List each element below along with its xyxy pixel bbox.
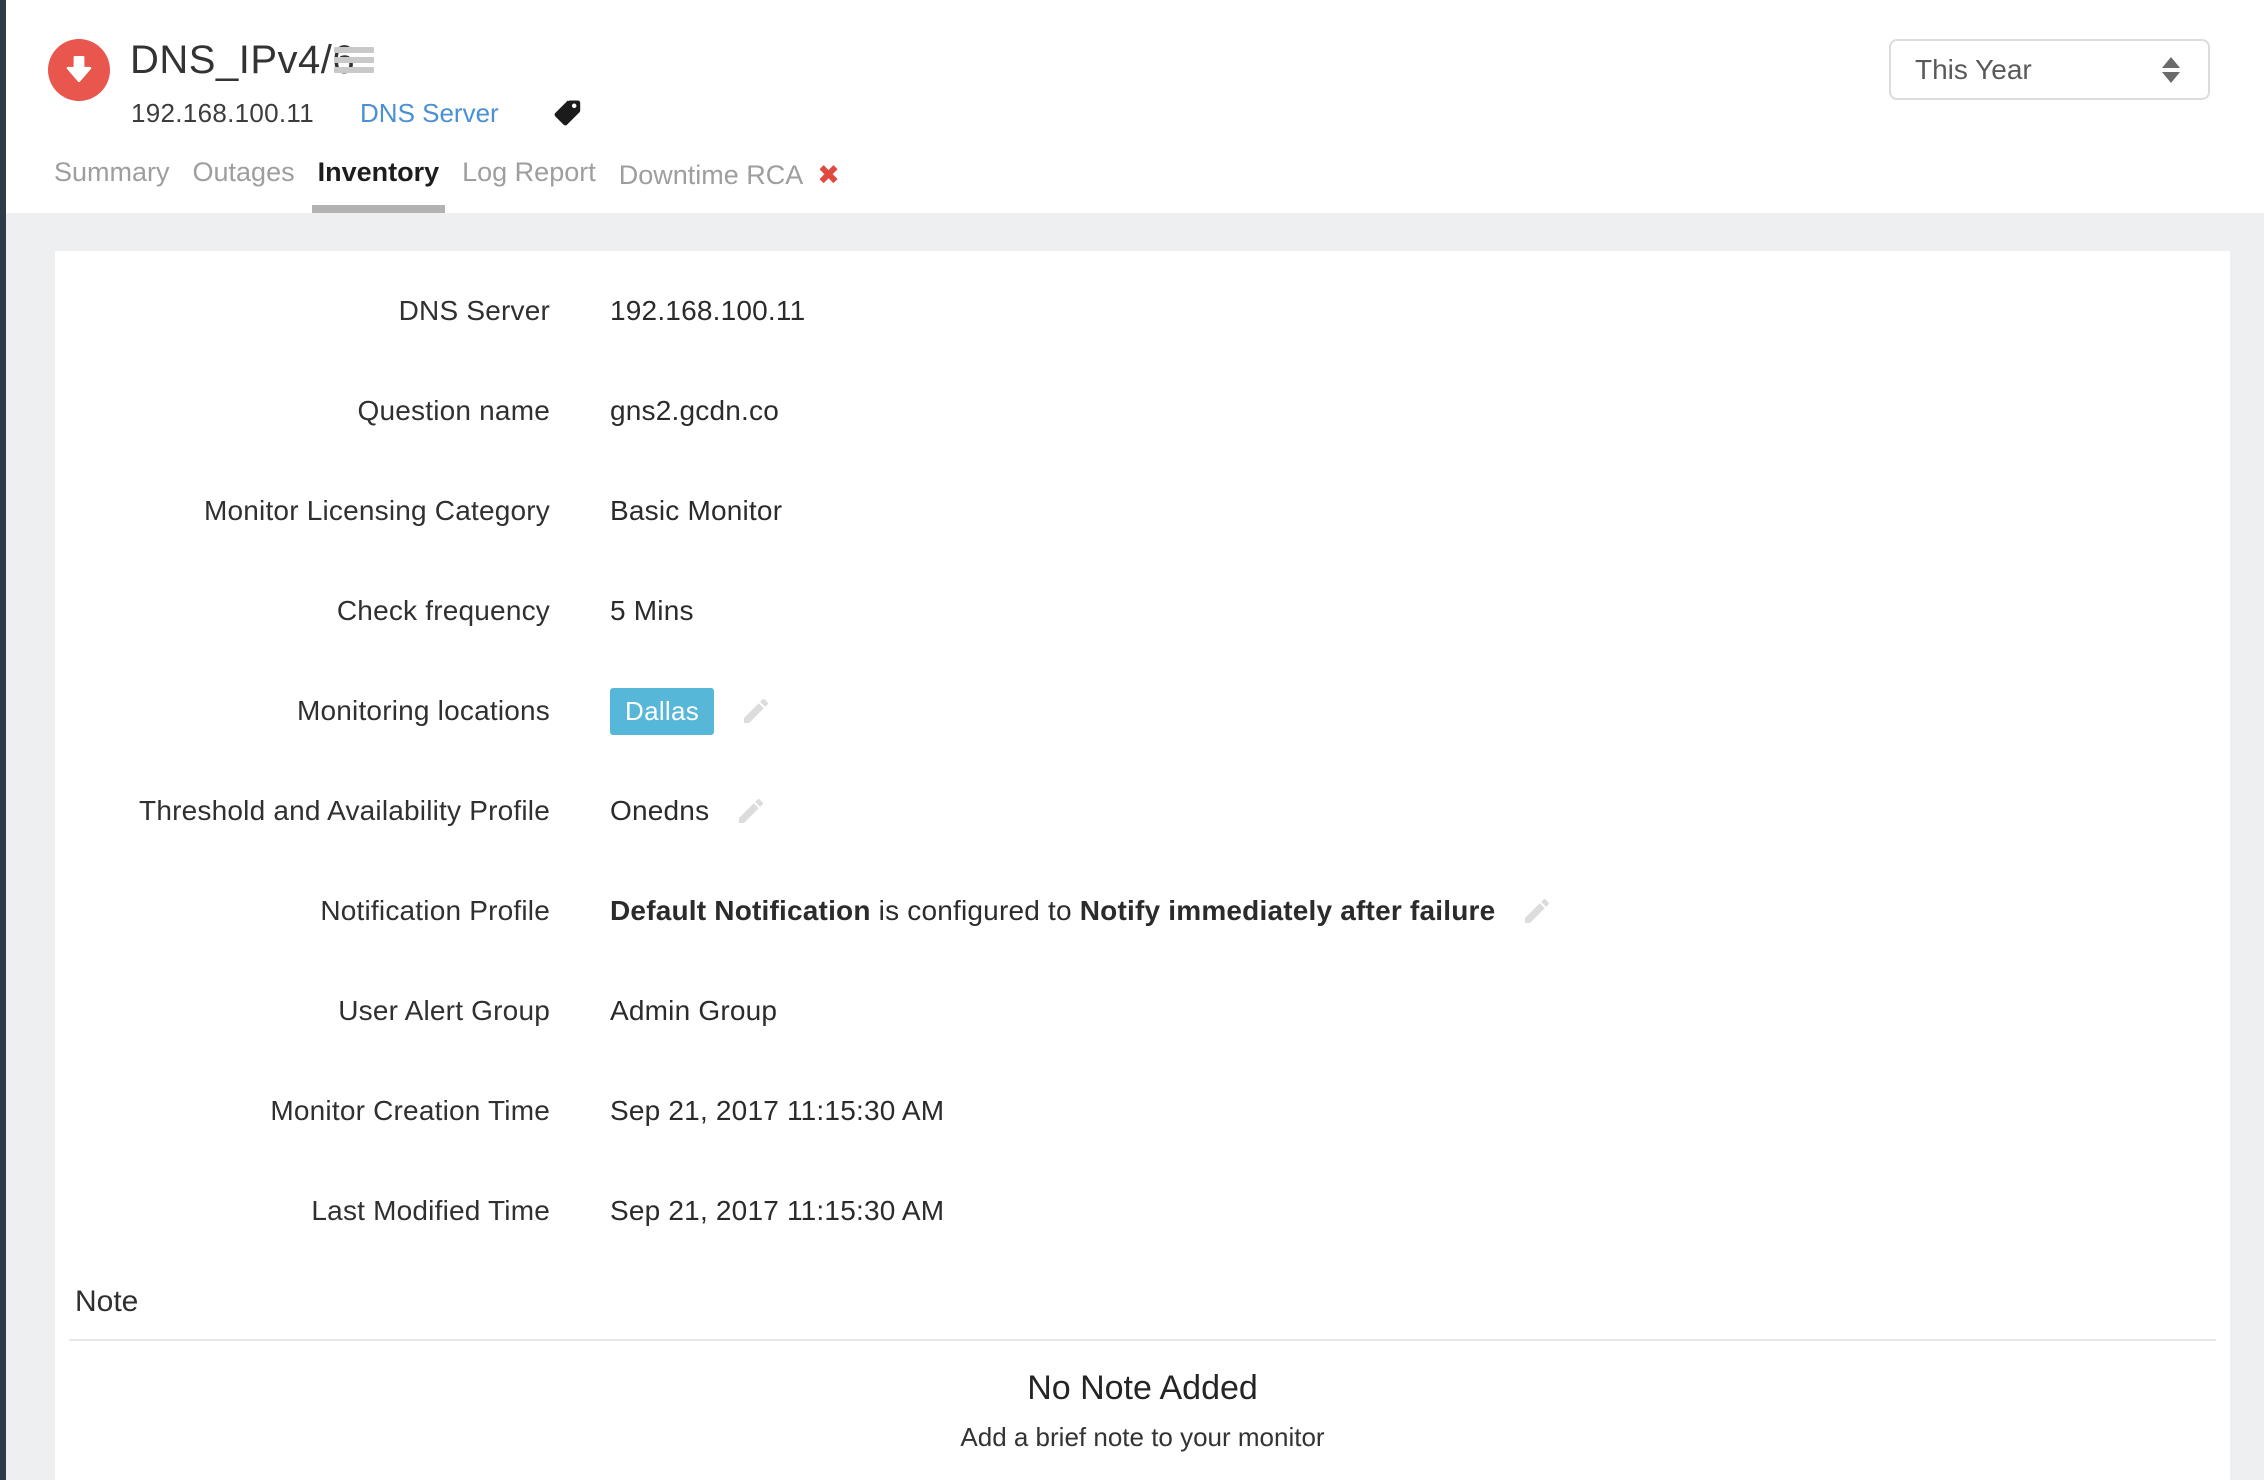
row-label: Notification Profile — [55, 895, 550, 927]
note-section-heading: Note — [75, 1285, 2230, 1319]
inventory-row-user-alert-group: User Alert Group Admin Group — [55, 961, 2230, 1061]
row-value: Admin Group — [610, 995, 777, 1027]
inventory-row-monitoring-locations: Monitoring locations Dallas — [55, 661, 2230, 761]
notification-profile-text: Default Notification is configured to No… — [610, 895, 1495, 927]
notification-profile-name: Default Notification — [610, 895, 871, 926]
inventory-row-threshold-profile: Threshold and Availability Profile Onedn… — [55, 761, 2230, 861]
row-value: Onedns — [610, 795, 767, 827]
threshold-profile-value: Onedns — [610, 795, 709, 827]
inventory-panel: DNS Server 192.168.100.11 Question name … — [55, 251, 2230, 1480]
row-value: Basic Monitor — [610, 495, 782, 527]
monitor-tabs: Summary Outages Inventory Log Report Dow… — [54, 155, 840, 213]
row-label: Question name — [55, 395, 550, 427]
monitor-type-link[interactable]: DNS Server — [360, 98, 499, 129]
row-label: DNS Server — [55, 295, 550, 327]
notification-profile-action: Notify immediately after failure — [1080, 895, 1496, 926]
inventory-row-creation-time: Monitor Creation Time Sep 21, 2017 11:15… — [55, 1061, 2230, 1161]
note-empty-subtitle: Add a brief note to your monitor — [55, 1422, 2230, 1453]
inventory-row-last-modified: Last Modified Time Sep 21, 2017 11:15:30… — [55, 1161, 2230, 1261]
monitor-subheader: 192.168.100.11 DNS Server — [131, 97, 583, 129]
inventory-row-dns-server: DNS Server 192.168.100.11 — [55, 261, 2230, 361]
row-value: 5 Mins — [610, 595, 694, 627]
tab-close-icon[interactable]: ✖ — [817, 160, 840, 190]
tab-outages[interactable]: Outages — [193, 155, 295, 213]
row-value: Sep 21, 2017 11:15:30 AM — [610, 1195, 944, 1227]
note-divider — [69, 1339, 2216, 1341]
row-label: Last Modified Time — [55, 1195, 550, 1227]
monitor-title: DNS_IPv4/6 — [130, 36, 355, 84]
down-arrow-icon — [61, 52, 97, 88]
tab-inventory[interactable]: Inventory — [318, 155, 440, 213]
tab-log-report[interactable]: Log Report — [462, 155, 596, 213]
select-spinner-icon — [2162, 57, 2180, 83]
row-value: gns2.gcdn.co — [610, 395, 779, 427]
inventory-row-check-frequency: Check frequency 5 Mins — [55, 561, 2230, 661]
hamburger-menu-icon[interactable] — [334, 47, 374, 73]
monitor-header: DNS_IPv4/6 192.168.100.11 DNS Server Thi… — [0, 0, 2264, 213]
row-label: Monitor Creation Time — [55, 1095, 550, 1127]
edit-threshold-profile-icon[interactable] — [735, 795, 767, 827]
tab-summary[interactable]: Summary — [54, 155, 170, 213]
notification-profile-middle: is configured to — [871, 895, 1080, 926]
time-range-selected-value: This Year — [1891, 54, 2162, 86]
monitor-ip: 192.168.100.11 — [131, 98, 314, 129]
row-label: User Alert Group — [55, 995, 550, 1027]
tab-downtime-rca-label: Downtime RCA — [619, 160, 804, 190]
row-label: Check frequency — [55, 595, 550, 627]
inventory-rows: DNS Server 192.168.100.11 Question name … — [55, 251, 2230, 1261]
time-range-select[interactable]: This Year — [1889, 39, 2210, 100]
row-value: Default Notification is configured to No… — [610, 895, 1553, 927]
edit-notification-profile-icon[interactable] — [1521, 895, 1553, 927]
row-value: Dallas — [610, 688, 772, 735]
row-label: Monitoring locations — [55, 695, 550, 727]
inventory-row-notification-profile: Notification Profile Default Notificatio… — [55, 861, 2230, 961]
monitor-down-status-icon — [48, 39, 110, 101]
inventory-row-question-name: Question name gns2.gcdn.co — [55, 361, 2230, 461]
tab-downtime-rca[interactable]: Downtime RCA ✖ — [619, 155, 840, 213]
inventory-row-licensing-category: Monitor Licensing Category Basic Monitor — [55, 461, 2230, 561]
left-rail — [0, 0, 6, 1480]
location-badge-dallas: Dallas — [610, 688, 714, 735]
row-label: Threshold and Availability Profile — [55, 795, 550, 827]
tag-icon[interactable] — [551, 97, 583, 129]
edit-locations-icon[interactable] — [740, 695, 772, 727]
row-label: Monitor Licensing Category — [55, 495, 550, 527]
row-value: Sep 21, 2017 11:15:30 AM — [610, 1095, 944, 1127]
row-value: 192.168.100.11 — [610, 295, 805, 327]
note-empty-title: No Note Added — [55, 1369, 2230, 1408]
